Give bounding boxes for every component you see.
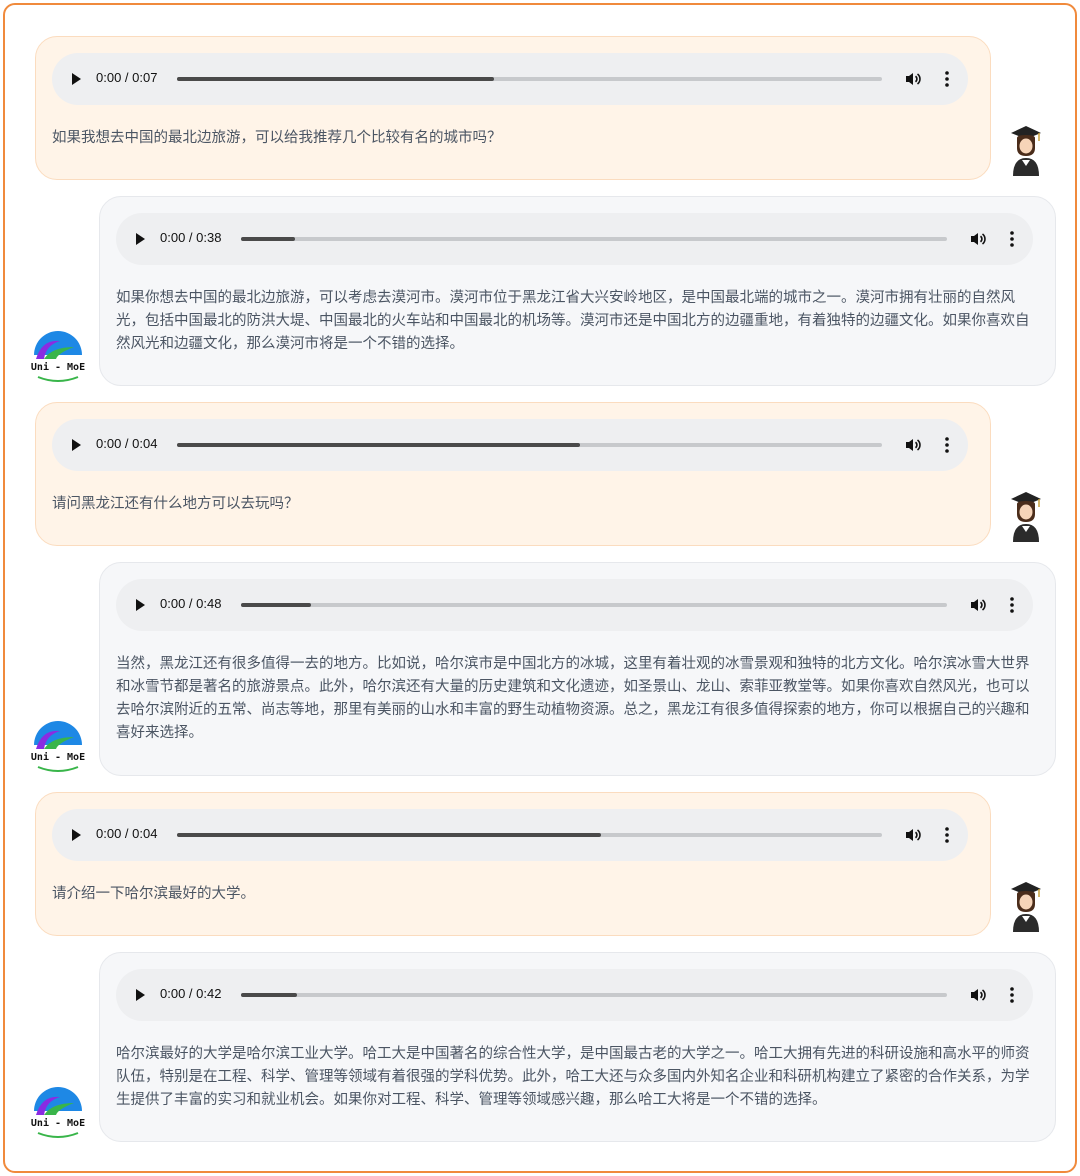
play-icon[interactable] <box>72 73 81 85</box>
volume-icon[interactable] <box>969 986 987 1004</box>
bot-message: 0:00 / 0:42 哈尔滨最好的大学是哈尔滨工业大学。哈工大是中国著名的综合… <box>99 952 1056 1142</box>
uni-moe-logo: Uni - MoE <box>31 331 85 382</box>
more-options-icon[interactable] <box>944 69 950 89</box>
more-options-icon[interactable] <box>1009 229 1015 249</box>
volume-icon[interactable] <box>904 436 922 454</box>
more-options-icon[interactable] <box>1009 985 1015 1005</box>
user-message: 0:00 / 0:07 如果我想去中国的最北边旅游，可以给我推荐几个比较有名的城… <box>35 36 991 180</box>
audio-time: 0:00 / 0:07 <box>96 70 158 85</box>
audio-time: 0:00 / 0:38 <box>160 230 222 245</box>
volume-icon[interactable] <box>904 70 922 88</box>
message-text: 请介绍一下哈尔滨最好的大学。 <box>52 886 255 902</box>
audio-player[interactable]: 0:00 / 0:04 <box>52 419 968 471</box>
bot-message: 0:00 / 0:48 当然，黑龙江还有很多值得一去的地方。比如说，哈尔滨市是中… <box>99 562 1056 776</box>
audio-player[interactable]: 0:00 / 0:38 <box>116 213 1033 265</box>
volume-icon[interactable] <box>969 596 987 614</box>
audio-player[interactable]: 0:00 / 0:48 <box>116 579 1033 631</box>
audio-player[interactable]: 0:00 / 0:07 <box>52 53 968 105</box>
chat-container: 0:00 / 0:07 如果我想去中国的最北边旅游，可以给我推荐几个比较有名的城… <box>3 3 1077 1173</box>
audio-time: 0:00 / 0:48 <box>160 596 222 611</box>
graduate-student-icon <box>1011 882 1041 932</box>
user-message: 0:00 / 0:04 请问黑龙江还有什么地方可以去玩吗？ <box>35 402 991 546</box>
audio-time: 0:00 / 0:42 <box>160 986 222 1001</box>
audio-progress-bar[interactable] <box>177 77 882 81</box>
svg-text:Uni - MoE: Uni - MoE <box>31 751 85 763</box>
play-icon[interactable] <box>72 439 81 451</box>
play-icon[interactable] <box>136 599 145 611</box>
audio-progress-bar[interactable] <box>241 237 947 241</box>
message-text: 当然，黑龙江还有很多值得一去的地方。比如说，哈尔滨市是中国北方的冰城，这里有着壮… <box>116 656 1030 741</box>
svg-text:Uni - MoE: Uni - MoE <box>31 361 85 373</box>
message-text: 请问黑龙江还有什么地方可以去玩吗？ <box>52 496 299 512</box>
more-options-icon[interactable] <box>1009 595 1015 615</box>
audio-player[interactable]: 0:00 / 0:42 <box>116 969 1033 1021</box>
graduate-student-icon <box>1011 126 1041 176</box>
graduate-student-icon <box>1011 492 1041 542</box>
volume-icon[interactable] <box>969 230 987 248</box>
more-options-icon[interactable] <box>944 435 950 455</box>
bot-message: 0:00 / 0:38 如果你想去中国的最北边旅游，可以考虑去漠河市。漠河市位于… <box>99 196 1056 386</box>
audio-progress-bar[interactable] <box>241 603 947 607</box>
audio-time: 0:00 / 0:04 <box>96 826 158 841</box>
svg-text:Uni - MoE: Uni - MoE <box>31 1117 85 1129</box>
message-text: 如果你想去中国的最北边旅游，可以考虑去漠河市。漠河市位于黑龙江省大兴安岭地区，是… <box>116 290 1030 352</box>
play-icon[interactable] <box>72 829 81 841</box>
uni-moe-logo: Uni - MoE <box>31 1087 85 1138</box>
more-options-icon[interactable] <box>944 825 950 845</box>
message-text: 哈尔滨最好的大学是哈尔滨工业大学。哈工大是中国著名的综合性大学，是中国最古老的大… <box>116 1046 1030 1108</box>
play-icon[interactable] <box>136 989 145 1001</box>
uni-moe-logo: Uni - MoE <box>31 721 85 772</box>
audio-player[interactable]: 0:00 / 0:04 <box>52 809 968 861</box>
audio-time: 0:00 / 0:04 <box>96 436 158 451</box>
play-icon[interactable] <box>136 233 145 245</box>
audio-progress-bar[interactable] <box>177 443 882 447</box>
volume-icon[interactable] <box>904 826 922 844</box>
user-message: 0:00 / 0:04 请介绍一下哈尔滨最好的大学。 <box>35 792 991 936</box>
message-text: 如果我想去中国的最北边旅游，可以给我推荐几个比较有名的城市吗？ <box>52 130 502 146</box>
audio-progress-bar[interactable] <box>177 833 882 837</box>
audio-progress-bar[interactable] <box>241 993 947 997</box>
